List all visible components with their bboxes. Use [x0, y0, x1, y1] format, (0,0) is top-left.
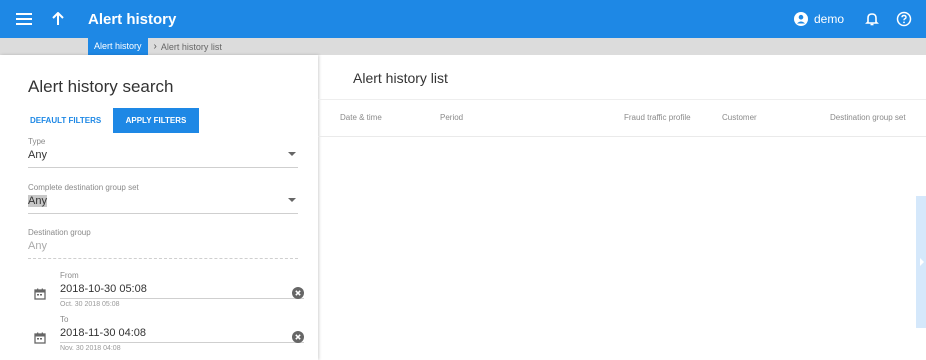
calendar-icon[interactable] — [34, 332, 46, 344]
type-underline — [28, 167, 298, 168]
date-to-field[interactable]: To 2018-11-30 04:08 Nov. 30 2018 04:08 — [28, 315, 304, 352]
date-to-label: To — [60, 315, 69, 324]
type-select[interactable]: Type Any — [28, 137, 298, 168]
arrow-up-icon[interactable] — [50, 11, 66, 27]
list-title: Alert history list — [353, 70, 448, 86]
destination-group-underline — [28, 258, 298, 259]
date-from-hint: Oct. 30 2018 05:08 — [60, 301, 120, 308]
date-to-underline — [60, 342, 304, 343]
clear-icon[interactable] — [292, 287, 304, 299]
header-actions: demo — [793, 11, 912, 27]
chevron-right-icon: › — [153, 41, 157, 52]
apply-filters-button[interactable]: APPLY FILTERS — [113, 108, 199, 133]
chevron-right-icon — [920, 258, 924, 266]
account-icon — [793, 12, 808, 26]
complete-destination-group-set-label: Complete destination group set — [28, 183, 139, 192]
column-destination-group-set[interactable]: Destination group set — [830, 113, 906, 122]
table-header: Date & time Period Fraud traffic profile… — [318, 113, 926, 127]
breadcrumb-current: Alert history list — [160, 41, 222, 52]
chevron-down-icon[interactable] — [288, 152, 296, 156]
column-date-time[interactable]: Date & time — [340, 113, 382, 122]
date-to-body: To 2018-11-30 04:08 Nov. 30 2018 04:08 — [60, 315, 304, 352]
destination-group-label: Destination group — [28, 228, 91, 237]
table-header-divider — [318, 136, 926, 137]
date-to-hint: Nov. 30 2018 04:08 — [60, 345, 121, 352]
page-title: Alert history — [88, 10, 177, 28]
complete-destination-group-set-value: Any — [28, 195, 298, 211]
breadcrumb-bar: Alert history › Alert history list — [0, 38, 926, 55]
date-from-body: From 2018-10-30 05:08 Oct. 30 2018 05:08 — [60, 271, 304, 308]
date-from-underline — [60, 298, 304, 299]
column-period[interactable]: Period — [440, 113, 463, 122]
column-customer[interactable]: Customer — [722, 113, 757, 122]
top-app-bar: Alert history demo — [0, 0, 926, 38]
date-from-label: From — [60, 271, 79, 280]
chevron-down-icon[interactable] — [288, 198, 296, 202]
date-from-input[interactable]: 2018-10-30 05:08 — [60, 283, 304, 295]
complete-destination-group-set-text: Any — [28, 195, 47, 207]
destination-group-value: Any — [28, 240, 47, 252]
breadcrumb-alert-history[interactable]: Alert history — [88, 38, 148, 55]
complete-destination-group-set-underline — [28, 213, 298, 214]
date-to-input[interactable]: 2018-11-30 04:08 — [60, 327, 304, 339]
clear-icon[interactable] — [292, 331, 304, 343]
menu-icon[interactable] — [16, 13, 32, 25]
bell-icon[interactable] — [864, 11, 880, 27]
destination-group-field: Destination group Any — [28, 228, 298, 259]
type-value: Any — [28, 149, 47, 161]
complete-destination-group-set-select[interactable]: Complete destination group set Any — [28, 183, 298, 214]
breadcrumb: Alert history › Alert history list — [88, 38, 222, 55]
search-panel: Alert history search DEFAULT FILTERS APP… — [0, 55, 318, 360]
list-divider — [318, 99, 926, 100]
help-icon[interactable] — [896, 11, 912, 27]
type-label: Type — [28, 137, 46, 146]
search-panel-title: Alert history search — [28, 77, 174, 96]
default-filters-button[interactable]: DEFAULT FILTERS — [30, 111, 101, 131]
user-menu[interactable]: demo — [793, 12, 844, 26]
user-name: demo — [813, 12, 844, 26]
alert-history-list-panel: Alert history list Date & time Period Fr… — [318, 55, 926, 360]
column-fraud-traffic-profile[interactable]: Fraud traffic profile — [624, 113, 691, 122]
side-panel-toggle[interactable] — [916, 196, 926, 328]
date-from-field[interactable]: From 2018-10-30 05:08 Oct. 30 2018 05:08 — [28, 271, 304, 308]
calendar-icon[interactable] — [34, 288, 46, 300]
